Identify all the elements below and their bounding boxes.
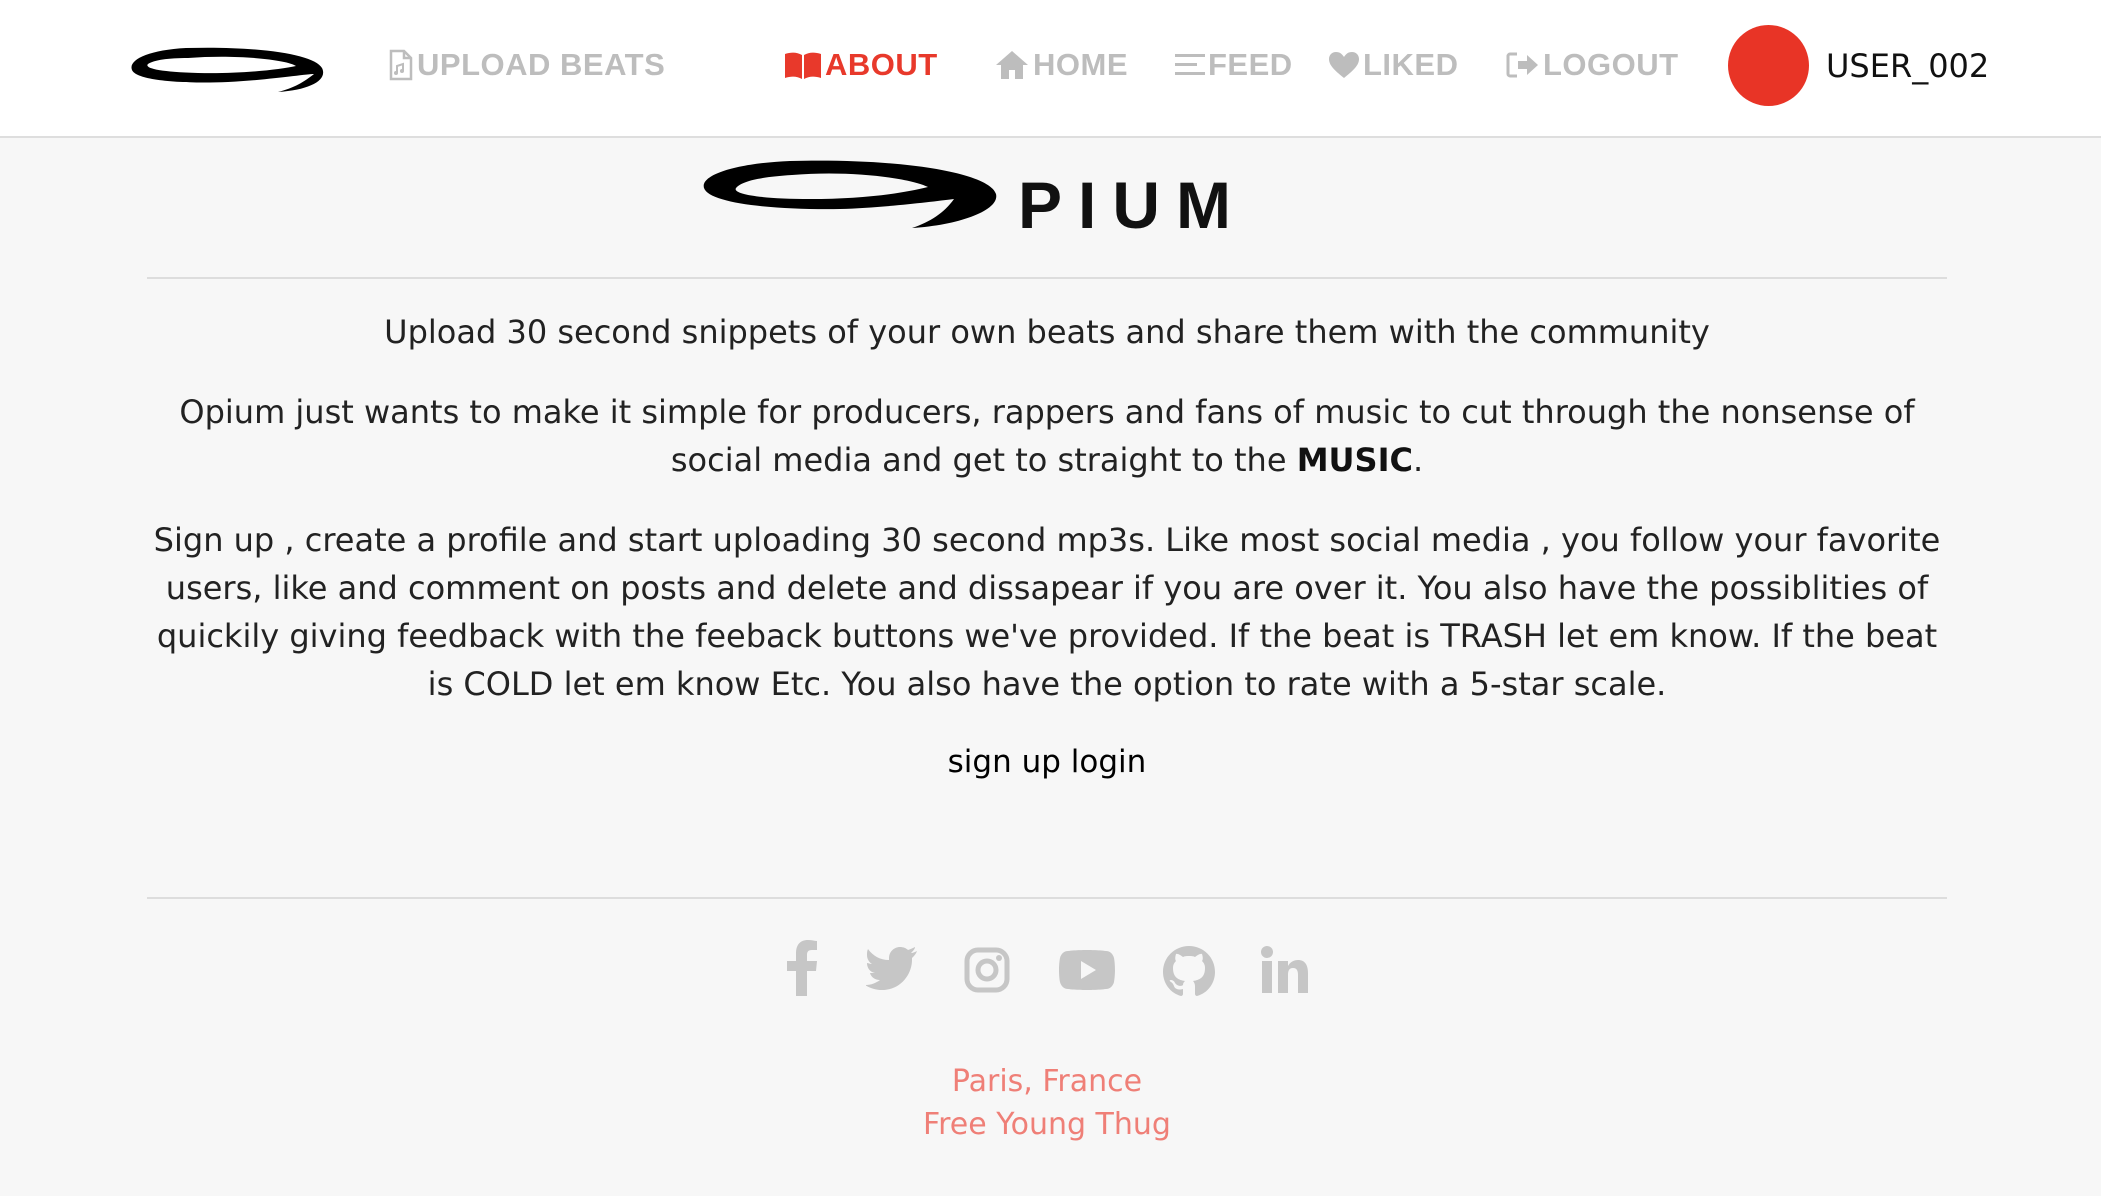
opium-logo-icon[interactable] <box>128 44 326 96</box>
opium-brand-logo: PIUM <box>703 160 1247 242</box>
footer-location: Paris, France <box>951 1064 1143 1099</box>
login-link[interactable]: login <box>1071 744 1147 780</box>
content-divider-bottom <box>147 897 1947 899</box>
avatar[interactable] <box>1728 25 1809 106</box>
nav-about-label: ABOUT <box>825 47 938 82</box>
file-audio-icon <box>389 49 413 81</box>
twitter-icon[interactable] <box>866 946 918 990</box>
linkedin-icon[interactable] <box>1261 946 1309 994</box>
nav-feed-label: FEED <box>1208 47 1293 82</box>
nav-home[interactable]: HOME <box>994 40 1128 90</box>
heart-icon <box>1329 52 1359 78</box>
about-mission-text: Opium just wants to make it simple for p… <box>179 393 1915 479</box>
nav-home-label: HOME <box>1033 47 1128 82</box>
about-mission-end: . <box>1412 441 1424 479</box>
nav-upload-beats[interactable]: UPLOAD BEATS <box>388 40 665 90</box>
about-mission: Opium just wants to make it simple for p… <box>147 388 1947 484</box>
nav-upload-beats-label: UPLOAD BEATS <box>417 47 666 82</box>
nav-feed[interactable]: FEED <box>1175 40 1293 90</box>
about-intro: Upload 30 second snippets of your own be… <box>384 313 1710 351</box>
nav-logout[interactable]: LOGOUT <box>1506 40 1679 90</box>
facebook-icon[interactable] <box>785 940 819 996</box>
github-icon[interactable] <box>1163 946 1215 996</box>
auth-links: sign up login <box>147 738 1947 786</box>
user-profile-link[interactable]: USER_002 <box>1728 25 1989 106</box>
signup-link[interactable]: sign up <box>948 744 1061 780</box>
nav-liked[interactable]: LIKED <box>1328 40 1459 90</box>
book-open-icon <box>785 52 821 79</box>
sign-out-icon <box>1506 52 1538 78</box>
username: USER_002 <box>1826 46 1990 85</box>
instagram-icon[interactable] <box>964 947 1010 993</box>
about-details: Sign up , create a profile and start upl… <box>153 521 1941 703</box>
home-icon <box>996 51 1028 79</box>
social-links <box>0 940 2101 1000</box>
youtube-icon[interactable] <box>1059 950 1115 990</box>
nav-liked-label: LIKED <box>1363 47 1459 82</box>
content-divider-top <box>147 277 1947 279</box>
brand-wordmark: PIUM <box>1018 168 1247 242</box>
nav-about[interactable]: ABOUT <box>784 40 938 90</box>
list-icon <box>1175 54 1205 75</box>
top-navbar: UPLOAD BEATS ABOUT HOME FEED LIKED LOGOU… <box>0 0 2101 138</box>
nav-logout-label: LOGOUT <box>1543 47 1679 82</box>
footer-tagline: Free Young Thug <box>923 1107 1171 1142</box>
about-mission-emphasis: MUSIC <box>1296 441 1413 479</box>
